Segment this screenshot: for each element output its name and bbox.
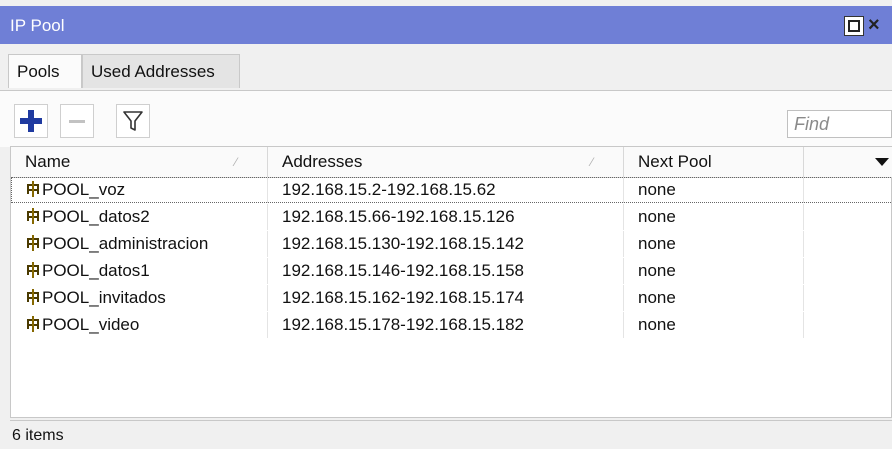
pool-icon bbox=[25, 234, 41, 252]
table-row[interactable]: POOL_invitados 192.168.15.162-192.168.15… bbox=[11, 285, 892, 311]
filter-button[interactable] bbox=[116, 104, 150, 138]
ip-pool-window: IP Pool × Pools Used Addresses Find Name… bbox=[0, 0, 892, 449]
tab-used-addresses[interactable]: Used Addresses bbox=[82, 54, 240, 88]
table-row[interactable]: POOL_datos1 192.168.15.146-192.168.15.15… bbox=[11, 258, 892, 284]
table-row[interactable]: POOL_voz 192.168.15.2-192.168.15.62 none bbox=[11, 177, 892, 203]
find-input[interactable]: Find bbox=[787, 110, 892, 138]
column-header-next-pool[interactable]: Next Pool bbox=[624, 147, 804, 177]
item-count: 6 items bbox=[12, 427, 64, 444]
chevron-down-icon[interactable] bbox=[875, 158, 889, 166]
pool-icon bbox=[25, 288, 41, 306]
minus-icon bbox=[69, 120, 85, 123]
sort-icon: ⁄ bbox=[234, 155, 237, 169]
table-row[interactable]: POOL_datos2 192.168.15.66-192.168.15.126… bbox=[11, 204, 892, 230]
filter-icon bbox=[123, 111, 143, 131]
tab-pools[interactable]: Pools bbox=[8, 54, 82, 88]
table-header: Name ⁄ Addresses ⁄ Next Pool bbox=[11, 147, 892, 178]
remove-button[interactable] bbox=[60, 104, 94, 138]
status-bar: 6 items bbox=[10, 420, 892, 449]
pool-icon bbox=[25, 180, 41, 198]
sort-icon: ⁄ bbox=[590, 155, 593, 169]
maximize-icon[interactable] bbox=[844, 16, 864, 36]
toolbar: Find bbox=[0, 90, 892, 147]
add-button[interactable] bbox=[14, 104, 48, 138]
column-header-options[interactable] bbox=[804, 147, 892, 177]
column-header-addresses[interactable]: Addresses ⁄ bbox=[268, 147, 624, 177]
pool-table: Name ⁄ Addresses ⁄ Next Pool POOL_voz 19… bbox=[10, 146, 892, 418]
table-row[interactable]: POOL_administracion 192.168.15.130-192.1… bbox=[11, 231, 892, 257]
pool-icon bbox=[25, 315, 41, 333]
pool-icon bbox=[25, 207, 41, 225]
title-bar[interactable]: IP Pool × bbox=[0, 6, 892, 44]
table-row[interactable]: POOL_video 192.168.15.178-192.168.15.182… bbox=[11, 312, 892, 338]
window-title: IP Pool bbox=[10, 16, 65, 35]
close-icon[interactable]: × bbox=[868, 14, 892, 38]
pool-icon bbox=[25, 261, 41, 279]
column-header-name[interactable]: Name ⁄ bbox=[11, 147, 268, 177]
